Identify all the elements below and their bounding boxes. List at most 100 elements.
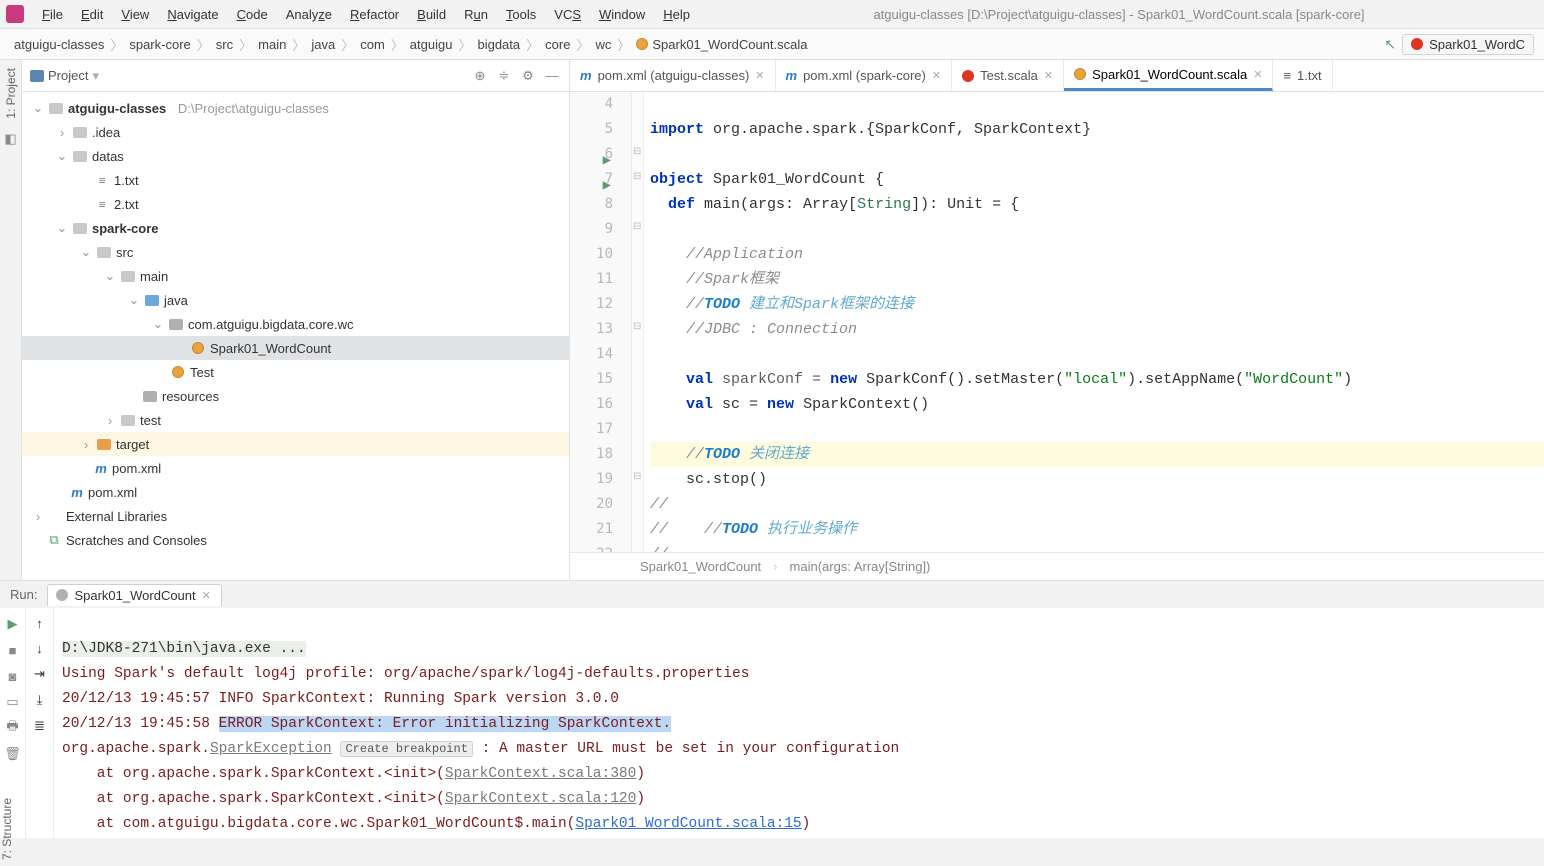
down-icon[interactable]: ↓ (36, 641, 43, 656)
crumb-module[interactable]: spark-core (125, 37, 194, 52)
hide-icon[interactable]: — (543, 67, 561, 85)
project-tree[interactable]: ⌄atguigu-classes D:\Project\atguigu-clas… (22, 92, 569, 556)
fold-column[interactable]: ⊟ ⊟ ⊟ ⊟ ⊟ (632, 92, 644, 552)
tree-target[interactable]: ›target (22, 432, 569, 456)
close-icon[interactable]: ✕ (755, 69, 764, 82)
project-panel-header: Project ▾ ⊕ ≑ ⚙ — (22, 60, 569, 92)
close-icon[interactable]: ✕ (932, 69, 941, 82)
tree-src[interactable]: ⌄src (22, 240, 569, 264)
tree-package[interactable]: ⌄com.atguigu.bigdata.core.wc (22, 312, 569, 336)
left-tool-rail: 1: Project ◧ (0, 60, 22, 580)
run-config-label: Spark01_WordC (1429, 37, 1525, 52)
close-icon[interactable]: ✕ (1253, 68, 1262, 81)
menu-edit[interactable]: Edit (73, 4, 111, 25)
menu-code[interactable]: Code (229, 4, 276, 25)
tree-external-libs[interactable]: ›External Libraries (22, 504, 569, 528)
fold-marker-icon[interactable]: ⊟ (633, 221, 641, 232)
run-tab[interactable]: Spark01_WordCount ✕ (47, 584, 221, 606)
rail-bookmark-icon[interactable]: ◧ (4, 131, 16, 147)
collapse-icon[interactable]: ≑ (495, 67, 513, 85)
console-line: org.apache.spark.SparkException Create b… (62, 741, 899, 757)
tree-scratches[interactable]: ⧉Scratches and Consoles (22, 528, 569, 552)
menu-vcs[interactable]: VCS (546, 4, 589, 25)
menu-tools[interactable]: Tools (498, 4, 544, 25)
text-file-icon: ≡ (94, 173, 110, 187)
menu-analyze[interactable]: Analyze (278, 4, 340, 25)
fold-marker-icon[interactable]: ⊟ (633, 146, 641, 157)
tree-1txt[interactable]: ≡1.txt (22, 168, 569, 192)
crumb-com[interactable]: com (356, 37, 389, 52)
tab-1txt[interactable]: ≡1.txt (1273, 60, 1332, 91)
tree-test-dir[interactable]: ›test (22, 408, 569, 432)
maven-icon: m (786, 68, 798, 83)
project-panel: Project ▾ ⊕ ≑ ⚙ — ⌄atguigu-classes D:\Pr… (22, 60, 570, 580)
tree-java[interactable]: ⌄java (22, 288, 569, 312)
libraries-icon (48, 510, 62, 522)
tree-datas[interactable]: ⌄datas (22, 144, 569, 168)
run-gutter-icon[interactable]: ▶ (601, 148, 611, 158)
wrap-icon[interactable]: ⇥ (34, 666, 45, 682)
crumb-file[interactable]: Spark01_WordCount.scala (632, 37, 811, 52)
tree-test-class[interactable]: Test (22, 360, 569, 384)
editor-body[interactable]: 456▶7▶8910111213141516171819202122 ⊟ ⊟ ⊟… (570, 92, 1544, 552)
menu-help[interactable]: Help (655, 4, 698, 25)
tree-idea[interactable]: ›.idea (22, 120, 569, 144)
fold-marker-icon[interactable]: ⊟ (633, 171, 641, 182)
run-toolbar: Run: Spark01_WordCount ✕ (0, 580, 1544, 608)
tab-pom-root[interactable]: mpom.xml (atguigu-classes)✕ (570, 60, 776, 91)
crumb-wc[interactable]: wc (591, 37, 615, 52)
tree-spark-core[interactable]: ⌄spark-core (22, 216, 569, 240)
text-file-icon: ≡ (1283, 68, 1291, 83)
text-file-icon: ≡ (94, 197, 110, 211)
rail-structure[interactable]: 7: Structure (0, 788, 14, 860)
locate-icon[interactable]: ⊕ (471, 67, 489, 85)
crumb-bigdata[interactable]: bigdata (473, 37, 524, 52)
up-icon[interactable]: ↑ (36, 616, 43, 631)
project-view-selector[interactable]: Project ▾ (30, 68, 99, 84)
menu-file[interactable]: File (34, 4, 71, 25)
tab-test[interactable]: Test.scala✕ (952, 60, 1064, 91)
settings-icon[interactable]: ⚙ (519, 67, 537, 85)
line-gutter[interactable]: 456▶7▶8910111213141516171819202122 (570, 92, 632, 552)
editor-breadcrumb: Spark01_WordCount› main(args: Array[Stri… (570, 552, 1544, 580)
tree-root[interactable]: ⌄atguigu-classes D:\Project\atguigu-clas… (22, 96, 569, 120)
tree-pom-outer[interactable]: mpom.xml (22, 480, 569, 504)
menu-run[interactable]: Run (456, 4, 496, 25)
nav-back-icon[interactable]: ↖ (1378, 36, 1402, 53)
crumb-java[interactable]: java (307, 37, 339, 52)
tab-pom-core[interactable]: mpom.xml (spark-core)✕ (776, 60, 953, 91)
fold-marker-icon[interactable]: ⊟ (633, 471, 641, 482)
crumb-method[interactable]: main(args: Array[String]) (790, 559, 931, 574)
menu-view[interactable]: View (113, 4, 157, 25)
crumb-core[interactable]: core (541, 37, 574, 52)
tree-resources[interactable]: resources (22, 384, 569, 408)
crumb-root[interactable]: atguigu-classes (10, 37, 108, 52)
crumb-src[interactable]: src (212, 37, 237, 52)
tree-pom-inner[interactable]: mpom.xml (22, 456, 569, 480)
tree-main[interactable]: ⌄main (22, 264, 569, 288)
crumb-main[interactable]: main (254, 37, 290, 52)
console-output[interactable]: D:\JDK8-271\bin\java.exe ... Using Spark… (54, 608, 1544, 838)
filter-icon[interactable]: ≣ (34, 718, 45, 734)
console-line: 20/12/13 19:45:57 INFO SparkContext: Run… (62, 691, 619, 707)
scala-object-icon (636, 38, 648, 50)
fold-marker-icon[interactable]: ⊟ (633, 321, 641, 332)
create-breakpoint-button[interactable]: Create breakpoint (340, 741, 472, 757)
menu-navigate[interactable]: Navigate (159, 4, 226, 25)
editor-area: mpom.xml (atguigu-classes)✕ mpom.xml (sp… (570, 60, 1544, 580)
rail-project[interactable]: 1: Project (4, 68, 18, 119)
menu-refactor[interactable]: Refactor (342, 4, 407, 25)
close-icon[interactable]: ✕ (1044, 69, 1053, 82)
close-icon[interactable]: ✕ (202, 589, 211, 602)
tree-2txt[interactable]: ≡2.txt (22, 192, 569, 216)
scroll-icon[interactable]: ⤓ (37, 692, 43, 708)
crumb-class[interactable]: Spark01_WordCount (640, 559, 761, 574)
tree-selected-file[interactable]: Spark01_WordCount (22, 336, 569, 360)
menu-build[interactable]: Build (409, 4, 454, 25)
run-config-selector[interactable]: Spark01_WordC (1402, 34, 1534, 55)
tab-wordcount[interactable]: Spark01_WordCount.scala✕ (1064, 60, 1273, 91)
code-content[interactable]: import org.apache.spark.{SparkConf, Spar… (644, 92, 1544, 552)
menu-window[interactable]: Window (591, 4, 653, 25)
crumb-atguigu[interactable]: atguigu (406, 37, 457, 52)
run-gutter-icon[interactable]: ▶ (601, 173, 611, 183)
